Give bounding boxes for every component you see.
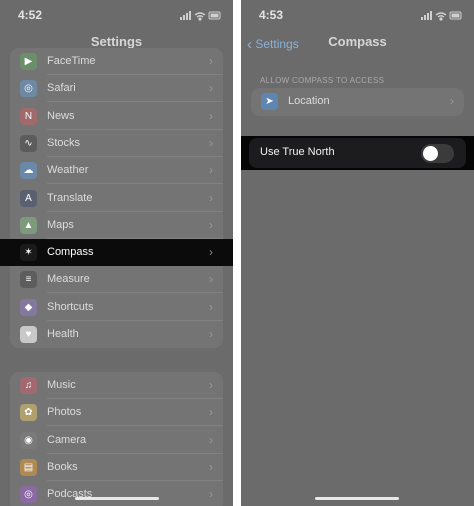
page-title: Settings	[90, 34, 143, 49]
settings-row-photos[interactable]: ✿ Photos ›	[10, 399, 223, 427]
settings-group-media: ♫ Music › ✿ Photos › ◉ Camera › ▤ Books › ◎ Podcasts ›	[10, 372, 223, 506]
true-north-toggle[interactable]	[421, 144, 454, 163]
books-icon: ▤	[20, 458, 37, 476]
chevron-right-icon: ›	[209, 378, 213, 392]
settings-row-label: FaceTime	[47, 55, 96, 67]
settings-row-label: Compass	[47, 246, 94, 259]
signal-icon	[421, 11, 432, 20]
settings-row-compass[interactable]: ✶ Compass ›	[0, 239, 233, 267]
shortcuts-icon: ◆	[20, 298, 37, 316]
settings-row-news[interactable]: N News ›	[10, 103, 223, 130]
status-bar: 4:53	[241, 0, 474, 26]
chevron-right-icon: ›	[209, 459, 213, 474]
maps-icon: ▲	[20, 216, 37, 234]
chevron-right-icon: ›	[209, 54, 213, 68]
settings-row-label: Photos	[47, 406, 82, 419]
settings-row-label: Maps	[47, 218, 74, 231]
translate-icon: A	[20, 189, 37, 207]
settings-row-safari[interactable]: ◎ Safari ›	[10, 75, 223, 103]
settings-row-label: News	[47, 109, 75, 122]
toggle-knob	[423, 146, 438, 161]
settings-row-camera[interactable]: ◉ Camera ›	[10, 427, 223, 454]
settings-row-music[interactable]: ♫ Music ›	[10, 372, 223, 399]
battery-icon	[449, 11, 462, 20]
settings-row-label: Health	[47, 328, 79, 340]
settings-row-facetime[interactable]: ▶ FaceTime ›	[10, 48, 223, 75]
true-north-row: Use True North	[249, 138, 466, 168]
settings-row-books[interactable]: ▤ Books ›	[10, 454, 223, 481]
battery-icon	[208, 11, 221, 20]
page-title: Compass	[328, 34, 387, 49]
measure-icon: ≡	[20, 271, 37, 289]
camera-icon: ◉	[20, 431, 37, 449]
settings-row-label: Music	[47, 379, 76, 391]
chevron-right-icon: ›	[209, 81, 213, 96]
chevron-right-icon: ›	[209, 245, 213, 260]
settings-row-health[interactable]: ♥ Health ›	[10, 321, 223, 348]
settings-row-stocks[interactable]: ∿ Stocks ›	[10, 130, 223, 157]
section-header: ALLOW COMPASS TO ACCESS	[260, 76, 385, 85]
facetime-icon: ▶	[20, 53, 37, 70]
safari-icon: ◎	[20, 80, 37, 98]
news-icon: N	[20, 107, 37, 125]
photos-icon: ✿	[20, 404, 37, 422]
settings-row-label: Measure	[47, 273, 90, 286]
true-north-label: Use True North	[260, 146, 335, 158]
chevron-right-icon: ›	[209, 299, 213, 314]
location-row[interactable]: ➤ Location ›	[251, 88, 464, 116]
chevron-right-icon: ›	[209, 217, 213, 232]
location-group: ➤ Location ›	[251, 88, 464, 116]
home-indicator[interactable]	[75, 497, 159, 500]
settings-row-label: Translate	[47, 191, 93, 204]
location-arrow-icon: ➤	[261, 93, 278, 110]
chevron-right-icon: ›	[209, 432, 213, 447]
settings-row-label: Shortcuts	[47, 300, 94, 313]
settings-row-podcasts[interactable]: ◎ Podcasts ›	[10, 481, 223, 506]
true-north-highlight: Use True North	[241, 136, 474, 170]
weather-icon: ☁	[20, 162, 37, 180]
settings-row-maps[interactable]: ▲ Maps ›	[10, 212, 223, 239]
settings-row-translate[interactable]: A Translate ›	[10, 185, 223, 212]
chevron-right-icon: ›	[209, 272, 213, 287]
chevron-right-icon: ›	[209, 405, 213, 420]
home-indicator[interactable]	[315, 497, 399, 500]
status-time: 4:52	[18, 8, 43, 22]
chevron-right-icon: ›	[450, 94, 454, 108]
compass-icon: ✶	[20, 244, 37, 262]
settings-screen: 4:52 Settings ▶ FaceTime › ◎ Safari › N News › ∿ S…	[0, 0, 233, 506]
chevron-right-icon: ›	[209, 108, 213, 123]
compass-settings-screen: 4:53 ‹ Settings Compass ALLOW COMPASS TO…	[241, 0, 474, 506]
location-label: Location	[288, 95, 330, 107]
settings-row-label: Stocks	[47, 136, 81, 149]
podcasts-icon: ◎	[20, 486, 37, 504]
settings-row-measure[interactable]: ≡ Measure ›	[10, 266, 223, 294]
status-bar: 4:52	[0, 0, 233, 26]
chevron-right-icon: ›	[209, 135, 213, 150]
signal-icon	[180, 11, 191, 20]
status-icons	[180, 8, 222, 26]
chevron-right-icon: ›	[209, 327, 213, 341]
settings-row-label: Weather	[47, 164, 89, 177]
wifi-icon	[194, 12, 206, 21]
settings-row-label: Books	[47, 460, 78, 473]
music-icon: ♫	[20, 377, 37, 394]
status-icons	[421, 8, 463, 26]
settings-row-label: Safari	[47, 82, 76, 95]
settings-row-label: Camera	[47, 433, 87, 446]
settings-row-shortcuts[interactable]: ◆ Shortcuts ›	[10, 294, 223, 321]
status-time: 4:53	[259, 8, 284, 22]
chevron-right-icon: ›	[209, 190, 213, 205]
chevron-right-icon: ›	[209, 487, 213, 502]
chevron-right-icon: ›	[209, 163, 213, 178]
stocks-icon: ∿	[20, 134, 37, 152]
health-icon: ♥	[20, 326, 37, 343]
wifi-icon	[435, 12, 447, 21]
settings-row-weather[interactable]: ☁ Weather ›	[10, 157, 223, 185]
settings-group-apps: ▶ FaceTime › ◎ Safari › N News › ∿ Stocks › ☁ Weather…	[0, 48, 233, 348]
